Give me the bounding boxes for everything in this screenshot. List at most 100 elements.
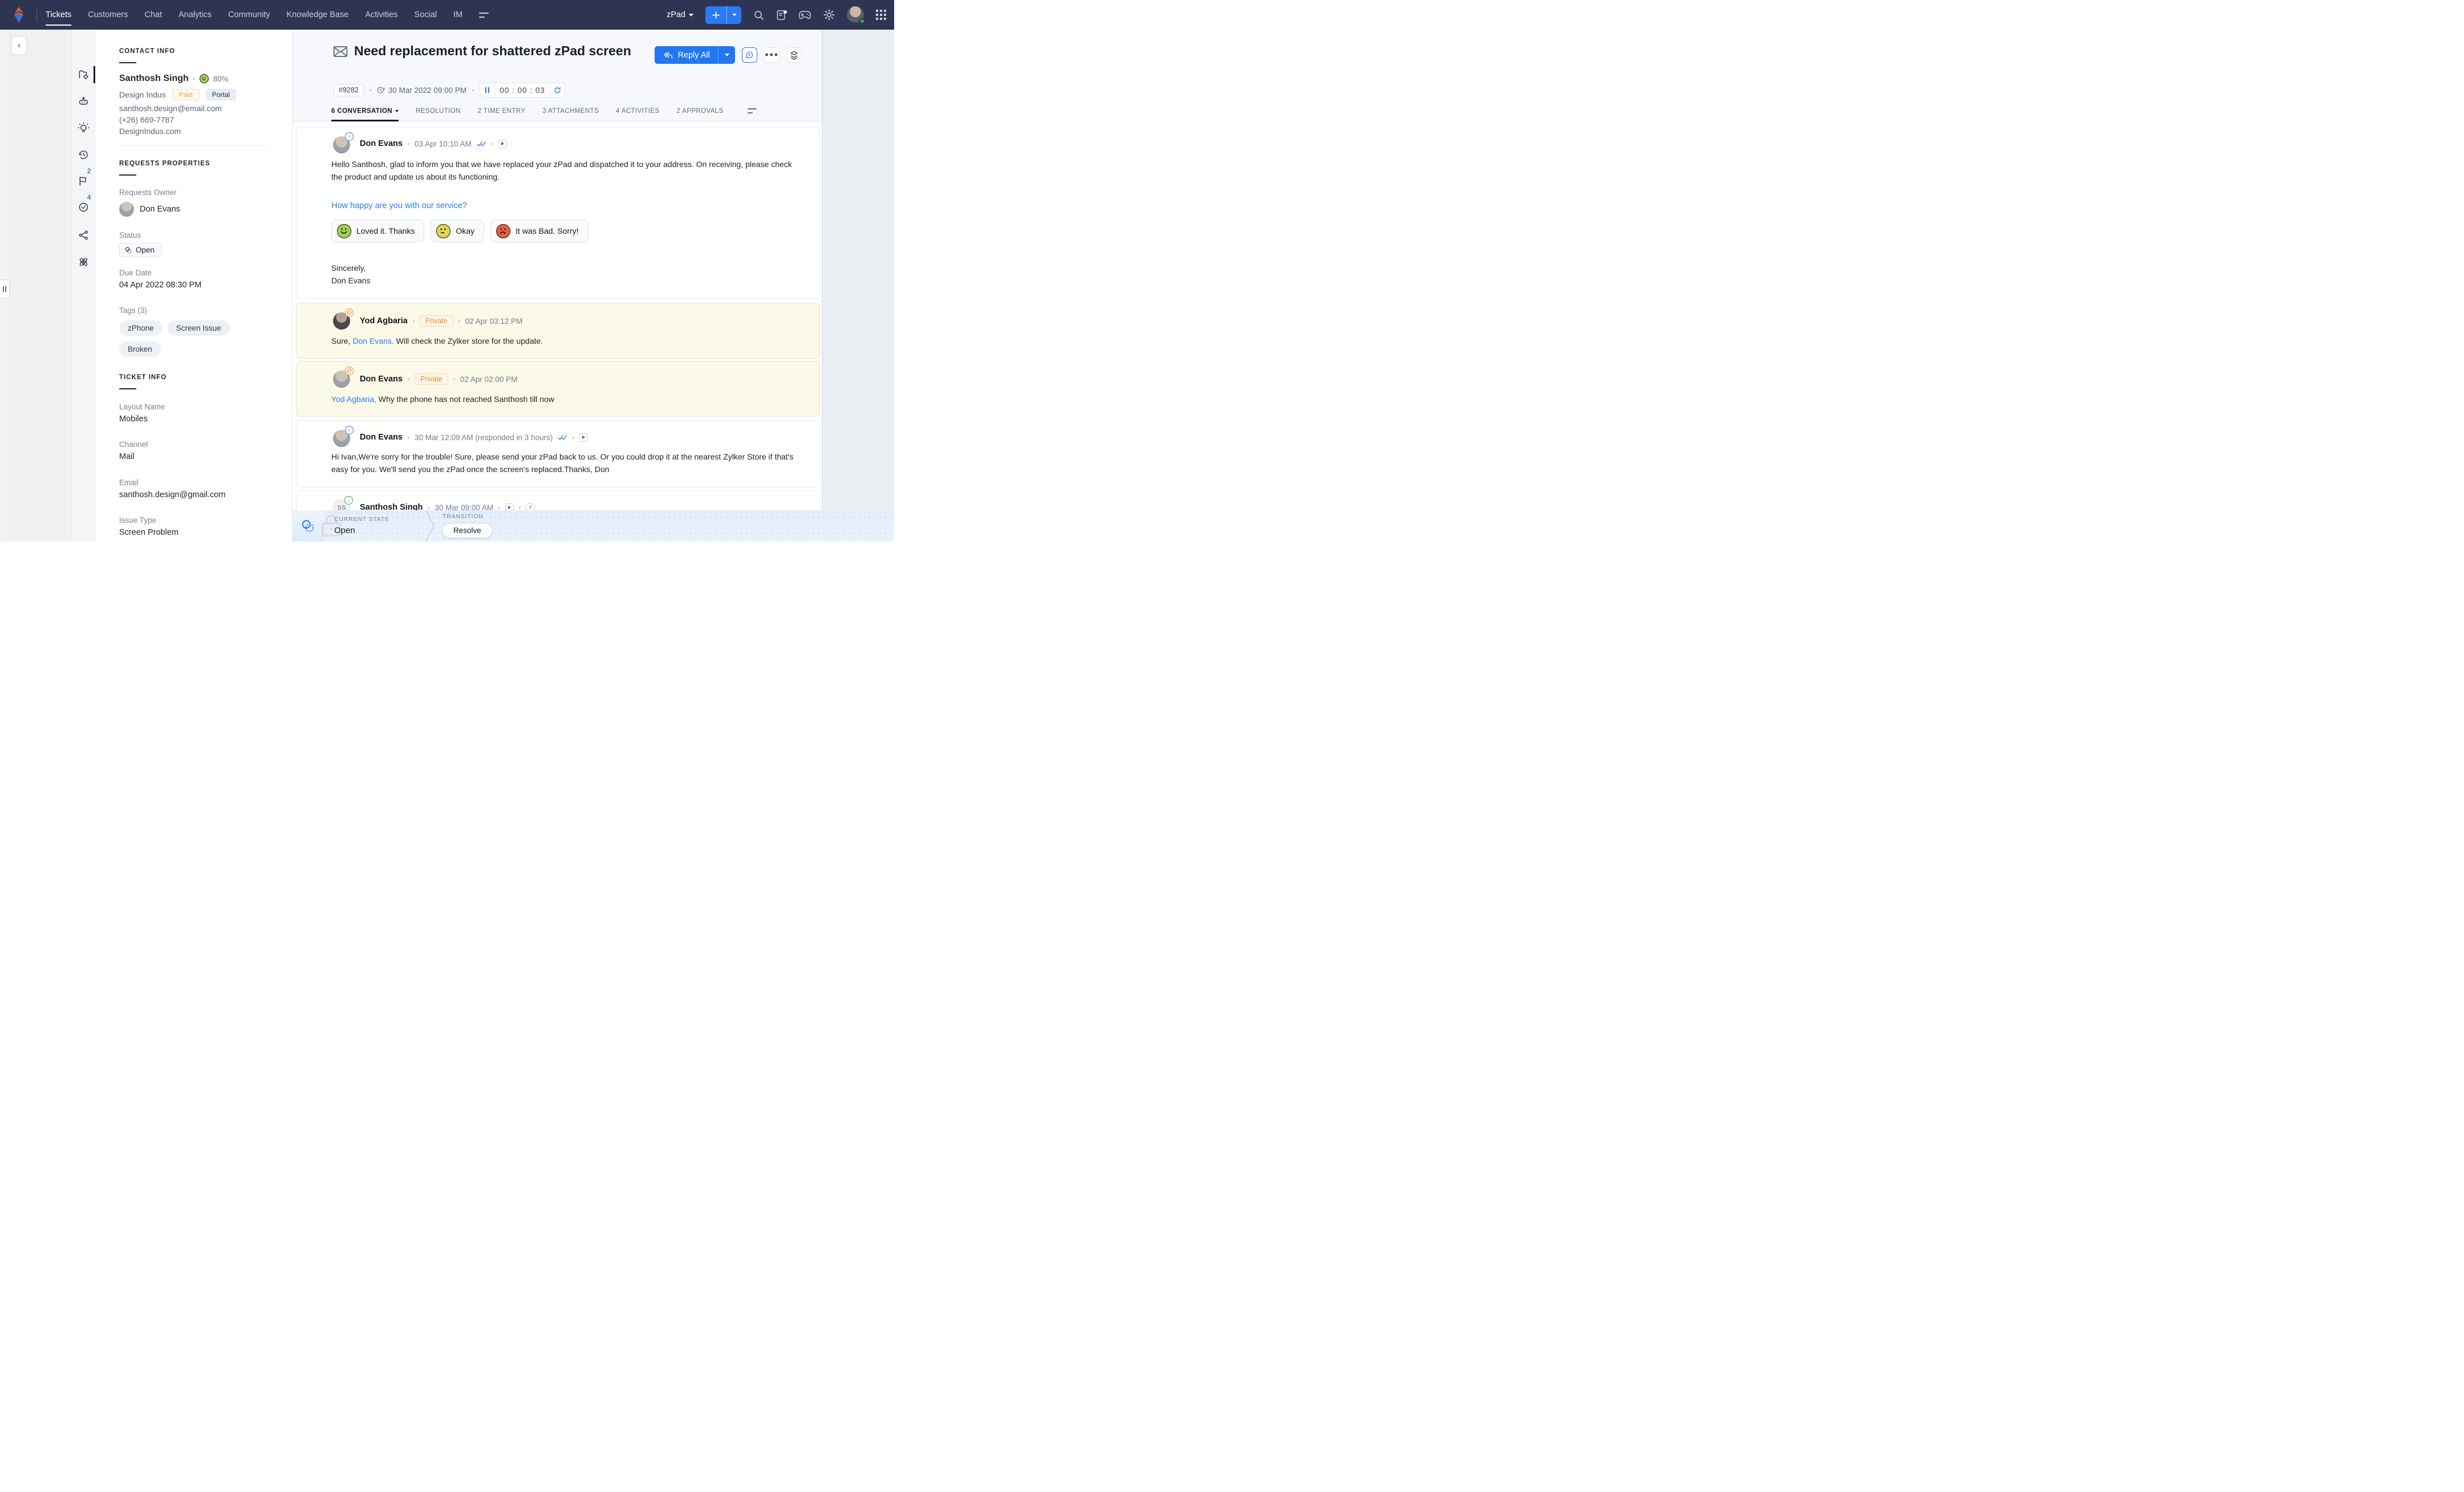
blueprint-tile[interactable] — [293, 510, 323, 542]
signature-line: Don Evans — [331, 274, 794, 287]
message-body: Yod Agbaria, Why the phone has not reach… — [331, 393, 794, 405]
mention-link[interactable]: Yod Agbaria, — [331, 395, 376, 404]
department-label: zPad — [667, 10, 685, 19]
ticket-properties-icon[interactable] — [78, 68, 90, 80]
message-author[interactable]: Don Evans — [360, 375, 403, 384]
tab-activities[interactable]: 4 ACTIVITIES — [616, 101, 659, 121]
tag-broken[interactable]: Broken — [119, 342, 161, 357]
requests-owner-label: Requests Owner — [119, 188, 177, 197]
tab-time-entry[interactable]: 2 TIME ENTRY — [478, 101, 526, 121]
nav-item-knowledge-base[interactable]: Knowledge Base — [287, 0, 349, 30]
user-avatar[interactable] — [847, 6, 864, 23]
nav-item-community[interactable]: Community — [228, 0, 270, 30]
zoho-desk-logo-icon[interactable] — [10, 6, 28, 24]
contact-website[interactable]: DesignIndus.com — [119, 127, 181, 136]
body-text: Why the phone has not reached Santhosh t… — [376, 395, 554, 404]
widgets-atom-icon[interactable] — [78, 256, 90, 268]
approvals-icon[interactable] — [78, 201, 90, 213]
contact-name-row: Santhosh Singh 80% — [119, 74, 229, 84]
settings-gear-icon[interactable] — [823, 9, 835, 21]
section-underline — [119, 174, 136, 176]
survey-option-okay[interactable]: Okay — [431, 219, 484, 242]
section-underline — [119, 62, 136, 63]
reply-all-button[interactable]: Reply All — [655, 51, 718, 60]
search-icon[interactable] — [753, 10, 764, 21]
share-icon[interactable] — [78, 229, 90, 241]
private-badge: Private — [415, 373, 448, 385]
nav-item-customers[interactable]: Customers — [88, 0, 128, 30]
body-text: Will check the Zylker store for the upda… — [394, 336, 543, 345]
ticket-actions: Reply All ●●● — [655, 46, 802, 64]
tag-zphone[interactable]: zPhone — [119, 320, 163, 336]
tab-resolution[interactable]: RESOLUTION — [416, 101, 461, 121]
apps-grid-icon[interactable] — [876, 10, 886, 20]
company-row: Design Indus Paid Portal — [119, 89, 236, 100]
department-selector[interactable]: zPad — [667, 10, 693, 19]
games-icon[interactable] — [798, 10, 811, 20]
conversation-sort-icon[interactable] — [748, 108, 757, 113]
add-ticket-split-button[interactable] — [705, 6, 741, 24]
tab-conversation[interactable]: 6 CONVERSATION — [331, 101, 399, 121]
tab-approvals[interactable]: 2 APPROVALS — [676, 101, 723, 121]
nav-item-analytics[interactable]: Analytics — [178, 0, 212, 30]
more-actions-button[interactable]: ●●● — [764, 47, 780, 63]
message-author[interactable]: Yod Agbaria — [360, 316, 408, 326]
survey-option-bad[interactable]: It was Bad. Sorry! — [490, 219, 588, 242]
read-receipt-icon — [477, 141, 486, 147]
zia-bot-icon[interactable] — [78, 95, 90, 107]
tab-attachments[interactable]: 3 ATTACHMENTS — [542, 101, 599, 121]
message-author[interactable]: Don Evans — [360, 139, 403, 148]
ellipsis-icon: ●●● — [765, 52, 778, 58]
ticket-id-chip[interactable]: #9282 — [334, 84, 364, 96]
suggestions-bulb-icon[interactable] — [78, 122, 90, 134]
nav-item-im[interactable]: IM — [453, 0, 462, 30]
timer-reset-icon[interactable] — [550, 83, 565, 97]
nav-item-activities[interactable]: Activities — [365, 0, 397, 30]
expand-message-icon[interactable] — [498, 140, 507, 148]
message-author[interactable]: Don Evans — [360, 433, 403, 442]
outgoing-arrow-badge: ↑ — [345, 132, 354, 141]
reply-all-icon — [663, 51, 673, 59]
tag-screen-issue[interactable]: Screen Issue — [168, 320, 230, 336]
nav-more-icon[interactable] — [479, 13, 489, 18]
panel-resize-handle[interactable] — [0, 279, 10, 298]
reply-dropdown-icon[interactable] — [718, 46, 735, 64]
company-name[interactable]: Design Indus — [119, 90, 166, 99]
expand-message-icon[interactable] — [579, 433, 588, 442]
history-icon[interactable] — [78, 149, 90, 161]
paid-badge: Paid — [172, 89, 200, 100]
release-notes-icon[interactable] — [776, 10, 786, 21]
resolve-button[interactable]: Resolve — [442, 523, 493, 538]
message-time: 02 Apr 03:12 PM — [465, 317, 523, 326]
flag-icon[interactable] — [78, 175, 90, 187]
nav-item-tickets[interactable]: Tickets — [46, 0, 71, 30]
owner-row[interactable]: Don Evans — [119, 202, 180, 217]
reply-all-split-button[interactable]: Reply All — [655, 46, 735, 64]
contact-phone[interactable]: (+26) 669-7787 — [119, 115, 174, 124]
agent-avatar — [333, 371, 350, 388]
survey-question-link[interactable]: How happy are you with our service? — [331, 201, 467, 210]
contact-name[interactable]: Santhosh Singh — [119, 74, 189, 84]
nav-item-chat[interactable]: Chat — [145, 0, 163, 30]
survey-option-label: Okay — [456, 226, 474, 235]
status-badge[interactable]: Open — [119, 243, 162, 257]
happiness-smiley-icon — [200, 74, 209, 83]
timer-value: 00 : 00 : 03 — [495, 83, 550, 97]
due-date-label: Due Date — [119, 269, 152, 277]
ticket-title-row: Need replacement for shattered zPad scre… — [333, 41, 639, 61]
requests-properties-header: REQUESTS PROPERTIES — [119, 160, 210, 167]
ticket-sidebar-panel: CONTACT INFO Santhosh Singh 80% Design I… — [95, 30, 293, 542]
collapse-back-button[interactable]: ‹ — [11, 36, 27, 55]
nav-item-social[interactable]: Social — [415, 0, 437, 30]
private-note-card: Yod Agbaria Private 02 Apr 03:12 PM Sure… — [296, 303, 820, 359]
stack-view-button[interactable] — [786, 47, 802, 63]
mention-link[interactable]: Don Evans. — [352, 336, 393, 345]
timer-pause-button[interactable] — [480, 83, 495, 97]
survey-option-loved[interactable]: Loved it. Thanks — [331, 219, 424, 242]
add-icon[interactable] — [705, 6, 727, 24]
nav-right-cluster: zPad — [667, 0, 886, 30]
contact-email[interactable]: santhosh.design@email.com — [119, 104, 222, 113]
ticket-title: Need replacement for shattered zPad scre… — [354, 41, 639, 61]
comment-button[interactable] — [742, 47, 757, 63]
add-dropdown-icon[interactable] — [727, 6, 741, 24]
